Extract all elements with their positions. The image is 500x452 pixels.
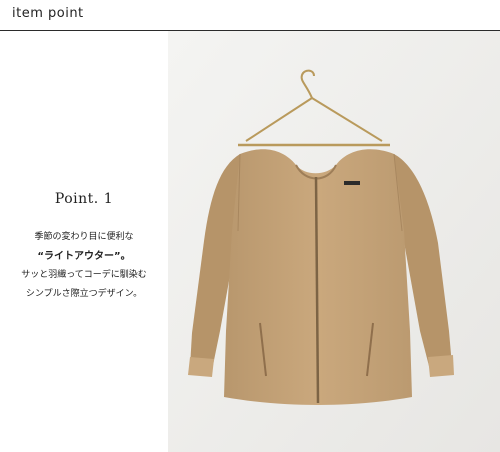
point-description-line: “ライトアウター”。 (37, 251, 131, 262)
section-title: item point (12, 6, 84, 21)
point-description-line: シンプルさ際立つデザイン。 (25, 289, 143, 299)
product-photo (168, 31, 500, 452)
section-header: item point (0, 0, 500, 31)
point-panel: Point. 1 季節の変わり目に便利な “ライトアウター”。 サッと羽織ってコ… (0, 31, 168, 452)
point-heading: Point. 1 (54, 191, 114, 207)
jacket-illustration (168, 31, 500, 452)
point-description-line: サッと羽織ってコーデに馴染む (21, 270, 147, 280)
point-description-line: 季節の変わり目に便利な (34, 232, 134, 242)
